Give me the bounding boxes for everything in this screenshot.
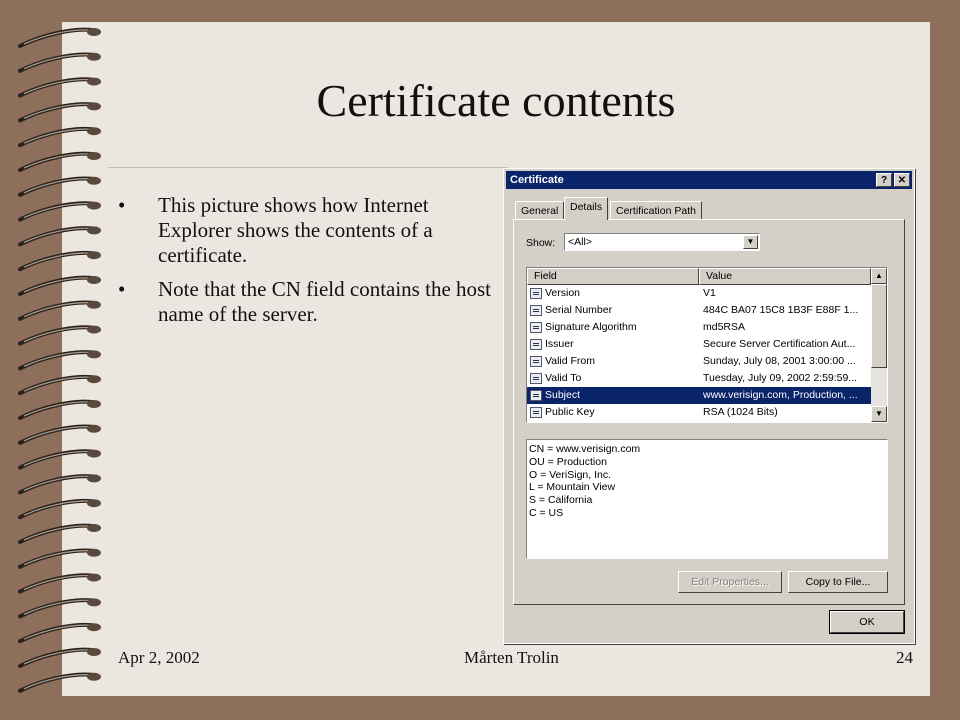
field-icon — [530, 339, 542, 350]
binding-ring — [18, 647, 101, 668]
detail-line: L = Mountain View — [529, 481, 616, 494]
list-item[interactable]: Version V1 — [527, 285, 871, 302]
binding-ring — [18, 275, 101, 296]
field-icon — [530, 390, 542, 401]
ok-button[interactable]: OK — [829, 610, 905, 634]
field-value: md5RSA — [703, 321, 746, 333]
detail-line: S = California — [529, 494, 593, 507]
field-value: Sunday, July 08, 2001 3:00:00 ... — [703, 355, 856, 367]
binding-ring — [18, 374, 101, 396]
detail-line: O = VeriSign, Inc. — [529, 468, 612, 481]
close-button[interactable]: ✕ — [894, 173, 910, 187]
field-value: Tuesday, July 09, 2002 2:59:59... — [703, 372, 858, 384]
field-icon — [530, 288, 542, 299]
field-icon — [530, 305, 542, 316]
footer-page-number: 24 — [896, 648, 913, 667]
scroll-thumb[interactable] — [871, 284, 887, 368]
chevron-down-icon[interactable]: ▼ — [743, 235, 758, 249]
title-divider — [108, 167, 508, 168]
show-select[interactable]: <All> ▼ — [564, 233, 760, 251]
binding-ring — [18, 548, 101, 569]
binding-ring — [18, 672, 101, 693]
field-value: Secure Server Certification Aut... — [703, 338, 856, 350]
binding-ring — [18, 226, 101, 247]
binding-ring — [18, 27, 101, 48]
field-name: Version — [545, 287, 581, 299]
copy-to-file-button[interactable]: Copy to File... — [788, 571, 888, 593]
field-name: Valid To — [545, 372, 582, 384]
binding-ring — [18, 598, 101, 619]
tab-details[interactable]: Details — [564, 197, 609, 220]
field-icon — [530, 407, 542, 418]
field-value: V1 — [703, 287, 716, 299]
binding-ring — [18, 498, 101, 520]
bullet-list: • This picture shows how Internet Explore… — [118, 193, 498, 336]
tab-certification-path[interactable]: Certification Path — [610, 201, 702, 219]
field-value: RSA (1024 Bits) — [703, 406, 778, 418]
field-icon — [530, 373, 542, 384]
detail-line: OU = Production — [529, 455, 607, 468]
binding-ring — [18, 424, 101, 445]
show-select-value: <All> — [568, 236, 592, 248]
list-scrollbar[interactable]: ▲ ▼ — [871, 268, 887, 422]
footer-author: Mårten Trolin — [464, 648, 559, 667]
binding-ring — [18, 126, 101, 148]
field-name: Subject — [545, 389, 581, 401]
list-item[interactable]: Issuer Secure Server Certification Aut... — [527, 336, 871, 353]
field-name: Issuer — [545, 338, 574, 350]
binding-ring — [18, 52, 101, 73]
field-name: Serial Number — [545, 304, 613, 316]
dialog-titlebar[interactable]: Certificate ? ✕ — [506, 171, 912, 189]
detail-line: C = US — [529, 506, 564, 519]
binding-ring — [18, 523, 101, 544]
bullet-dot: • — [118, 277, 126, 301]
binding-ring — [18, 350, 101, 371]
certificate-dialog: Certificate ? ✕ General Details Certific… — [503, 168, 915, 644]
column-header-value[interactable]: Value — [699, 268, 871, 285]
list-item[interactable]: Valid To Tuesday, July 09, 2002 2:59:59..… — [527, 370, 871, 387]
field-name: Signature Algorithm — [545, 321, 637, 333]
list-item[interactable]: Valid From Sunday, July 08, 2001 3:00:00 … — [527, 353, 871, 370]
scroll-down-icon[interactable]: ▼ — [871, 406, 887, 422]
field-list[interactable]: Field Value Version V1 Serial Number 484C B… — [526, 267, 888, 423]
footer-date: Apr 2, 2002 — [118, 648, 200, 667]
binding-ring — [18, 449, 101, 470]
list-item[interactable]: Subject www.verisign.com, Production, ... — [527, 387, 871, 404]
field-detail-box[interactable]: CN = www.verisign.com OU = Production O = … — [526, 439, 888, 559]
field-name: Valid From — [545, 355, 595, 367]
tab-general[interactable]: General — [515, 201, 565, 219]
list-item[interactable]: Serial Number 484C BA07 15C8 1B3F E88F 1.… — [527, 302, 871, 319]
column-header-field[interactable]: Field — [527, 268, 699, 285]
show-label: Show: — [526, 237, 556, 249]
field-value: 484C BA07 15C8 1B3F E88F 1... — [703, 304, 859, 316]
field-icon — [530, 356, 542, 367]
binding-ring — [18, 325, 101, 346]
bullet-item: • Note that the CN field contains the hos… — [118, 277, 492, 326]
field-name: Public Key — [545, 406, 595, 418]
field-icon — [530, 322, 542, 333]
binding-ring — [18, 300, 101, 321]
bullet-item: • This picture shows how Internet Explore… — [118, 193, 433, 267]
dialog-title: Certificate — [510, 174, 564, 186]
edit-properties-button[interactable]: Edit Properties... — [678, 571, 782, 593]
binding-ring — [18, 176, 101, 197]
binding-ring — [18, 250, 101, 272]
detail-line: CN = www.verisign.com — [529, 443, 641, 455]
binding-ring — [18, 151, 101, 172]
list-item[interactable]: Public Key RSA (1024 Bits) — [527, 404, 871, 421]
bullet-dot: • — [118, 193, 126, 217]
binding-ring — [18, 399, 101, 420]
help-button[interactable]: ? — [876, 173, 892, 187]
binding-ring — [18, 474, 101, 495]
scroll-up-icon[interactable]: ▲ — [871, 268, 887, 284]
binding-ring — [18, 573, 101, 594]
binding-ring — [18, 622, 101, 644]
binding-ring — [18, 201, 101, 222]
field-value: www.verisign.com, Production, ... — [703, 389, 858, 401]
slide-title: Certificate contents — [316, 75, 676, 126]
list-item[interactable]: Signature Algorithm md5RSA — [527, 319, 871, 336]
